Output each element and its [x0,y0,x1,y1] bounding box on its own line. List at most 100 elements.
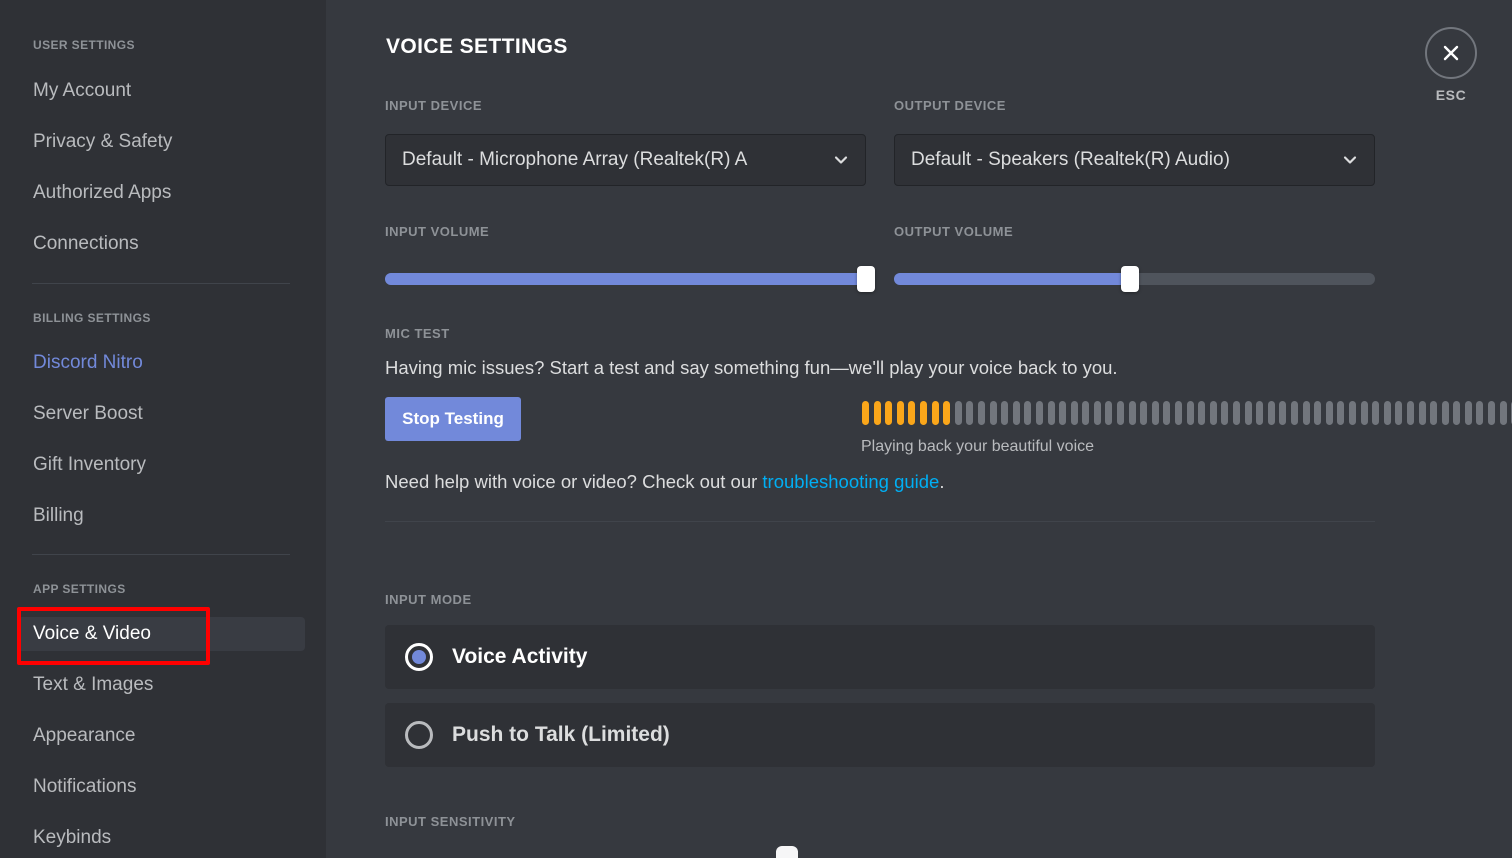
slider-knob[interactable] [857,266,875,292]
mic-meter-bar [862,401,869,425]
slider-knob[interactable] [1120,266,1139,292]
mic-test-label: MIC TEST [385,326,450,341]
mic-meter-bar [1464,401,1472,425]
mic-meter-bar [1117,401,1125,425]
sidebar-item-label: Connections [33,233,139,254]
output-volume-slider[interactable] [894,266,1375,292]
input-sensitivity-label: INPUT SENSITIVITY [385,814,516,829]
sidebar-item-my-account[interactable]: My Account [18,74,305,108]
radio-button-selected-icon[interactable] [405,643,433,671]
page-title: VOICE SETTINGS [386,35,568,58]
sidebar-item-keybinds[interactable]: Keybinds [18,821,305,855]
mic-test-status: Playing back your beautiful voice [861,438,1095,455]
mic-meter-bar [908,401,916,425]
sidebar-header-billing-settings: BILLING SETTINGS [33,311,151,325]
mic-meter-bar [1012,401,1020,425]
mic-meter-bar [1441,401,1449,425]
mic-meter-bar [1337,401,1345,425]
sidebar-item-notifications[interactable]: Notifications [18,770,305,804]
sidebar-item-authorized-apps[interactable]: Authorized Apps [18,176,305,210]
mic-meter-bar [1001,401,1009,425]
mic-meter-bar [1082,401,1090,425]
mic-meter-bar [1047,401,1055,425]
sidebar-item-label: Discord Nitro [33,352,143,373]
sidebar-item-label: Server Boost [33,403,143,424]
input-device-value: Default - Microphone Array (Realtek(R) A [402,149,748,170]
mic-meter-bar [1453,401,1461,425]
mic-meter-bar [1186,401,1194,425]
input-volume-slider[interactable] [385,266,875,292]
mic-meter-bar [1105,401,1113,425]
sidebar-item-server-boost[interactable]: Server Boost [18,397,305,431]
sidebar-item-voice-and-video[interactable]: Voice & Video [18,617,305,651]
mic-test-description: Having mic issues? Start a test and say … [385,357,1118,378]
mic-meter-bar [931,401,939,425]
mic-meter-bar [885,401,893,425]
settings-window: USER SETTINGS My Account Privacy & Safet… [0,0,1512,858]
sidebar-header-app-settings: APP SETTINGS [33,582,126,596]
mic-meter-bar [1360,401,1368,425]
mic-meter-bar [919,401,927,425]
radio-button-unselected-icon[interactable] [405,721,433,749]
sidebar-item-privacy-and-safety[interactable]: Privacy & Safety [18,125,305,159]
sidebar-item-billing[interactable]: Billing [18,499,305,533]
voice-help-suffix: . [939,471,945,492]
mic-meter-bar [1488,401,1496,425]
mic-meter-bar [1395,401,1403,425]
mic-meter-bar [896,401,904,425]
mic-meter-bar [1267,401,1275,425]
sidebar-divider-2 [32,554,290,555]
input-mode-option-voice-activity[interactable]: Voice Activity [385,625,1375,689]
sidebar-item-appearance[interactable]: Appearance [18,719,305,753]
mic-meter-bar [977,401,985,425]
esc-label: ESC [1435,87,1467,103]
sidebar-item-gift-inventory[interactable]: Gift Inventory [18,448,305,482]
mic-meter-bar [966,401,974,425]
input-mode-option-label: Push to Talk (Limited) [452,723,670,746]
mic-meter-bar [1163,401,1171,425]
mic-meter-bar [1233,401,1240,425]
sidebar-item-label: Notifications [33,776,137,797]
output-device-select[interactable]: Default - Speakers (Realtek(R) Audio) [894,134,1375,186]
input-device-select[interactable]: Default - Microphone Array (Realtek(R) A [385,134,866,186]
mic-meter-bar [1302,401,1310,425]
mic-meter-bar [1070,401,1078,425]
mic-meter-bar [1059,401,1067,425]
close-settings-button[interactable]: ESC [1419,27,1483,103]
mic-meter-bar [1221,401,1229,425]
sidebar-item-label: Appearance [33,725,136,746]
close-icon[interactable] [1425,27,1477,79]
mic-meter-bar [1175,401,1183,425]
mic-meter-bar [1209,401,1217,425]
mic-meter-bar [1093,401,1101,425]
input-device-label: INPUT DEVICE [385,98,483,113]
sidebar-item-discord-nitro[interactable]: Discord Nitro [18,346,305,380]
mic-meter-bar [1499,401,1507,425]
mic-meter-bar [1244,401,1252,425]
chevron-down-icon [831,150,851,170]
input-volume-label: INPUT VOLUME [385,224,490,239]
sidebar-item-label: Authorized Apps [33,182,172,203]
input-sensitivity-toggle[interactable] [776,846,798,858]
settings-sidebar: USER SETTINGS My Account Privacy & Safet… [0,0,326,858]
sidebar-item-label: Billing [33,505,84,526]
mic-meter-bar [1476,401,1484,425]
sidebar-header-user-settings: USER SETTINGS [33,38,135,52]
mic-meter-bar [1198,401,1206,425]
mic-meter-bar [873,401,881,425]
input-mode-option-push-to-talk[interactable]: Push to Talk (Limited) [385,703,1375,767]
slider-fill [894,273,1130,285]
stop-testing-button[interactable]: Stop Testing [385,397,521,441]
mic-meter-bar [1325,401,1333,425]
slider-fill [385,273,866,285]
chevron-down-icon [1340,150,1360,170]
sidebar-divider-1 [32,283,290,284]
mic-meter-bar [1035,401,1043,425]
sidebar-item-text-and-images[interactable]: Text & Images [18,668,305,702]
troubleshooting-guide-link[interactable]: troubleshooting guide [762,471,939,492]
mic-meter-bar [1290,401,1298,425]
output-device-label: OUTPUT DEVICE [894,98,1006,113]
sidebar-item-connections[interactable]: Connections [18,227,305,261]
mic-meter-bar [1279,401,1287,425]
mic-meter-bar [1383,401,1391,425]
